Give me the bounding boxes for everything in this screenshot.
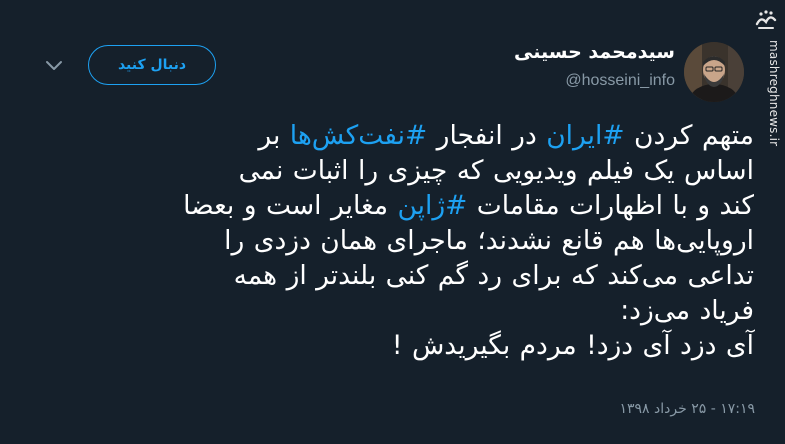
watermark-site: mashreghnews.ir xyxy=(767,40,781,147)
text-span: در انفجار xyxy=(427,120,547,151)
hashtag-link[interactable]: #ایران xyxy=(546,120,624,151)
text-span: کند و با اظهارات مقامات xyxy=(467,190,754,221)
text-span: بر xyxy=(258,120,290,151)
tweet-card: mashreghnews.ir سیدمحمد حسینی @hosseini_… xyxy=(0,0,785,444)
hashtag-link[interactable]: #نفت‌کش‌ها xyxy=(290,120,427,151)
tweet-line: اساس یک فیلم ویدیویی که چیزی را اثبات نم… xyxy=(238,155,754,186)
text-span: مغایر است و بعضا xyxy=(183,190,398,221)
tweet-line: اروپایی‌ها هم قانع نشدند؛ ماجرای همان دز… xyxy=(224,225,754,256)
hashtag-link[interactable]: #ژاپن xyxy=(397,190,467,221)
text-span: متهم کردن xyxy=(624,120,754,151)
tweet-line: متهم کردن #ایران در انفجار #نفت‌کش‌ها بر xyxy=(66,118,754,153)
tweet-line: آی دزد آی دزد! مردم بگیریدش ! xyxy=(391,330,754,361)
mashregh-logo xyxy=(753,8,779,34)
follow-button[interactable]: دنبال کنید xyxy=(88,45,216,85)
avatar[interactable] xyxy=(684,42,744,102)
tweet-line: تداعی می‌کند که برای رد گم کنی بلندتر از… xyxy=(233,260,754,291)
user-display-name[interactable]: سیدمحمد حسینی xyxy=(514,41,675,63)
tweet-text: متهم کردن #ایران در انفجار #نفت‌کش‌ها بر… xyxy=(66,118,754,363)
tweet-line: فریاد می‌زد: xyxy=(620,295,754,326)
chevron-down-icon[interactable] xyxy=(44,58,64,72)
tweet-line: کند و با اظهارات مقامات #ژاپن مغایر است … xyxy=(66,188,754,223)
watermark: mashreghnews.ir xyxy=(749,0,785,150)
tweet-timestamp[interactable]: ۱۷:۱۹ - ۲۵ خرداد ۱۳۹۸ xyxy=(619,401,755,417)
user-handle[interactable]: @hosseini_info xyxy=(565,72,675,90)
